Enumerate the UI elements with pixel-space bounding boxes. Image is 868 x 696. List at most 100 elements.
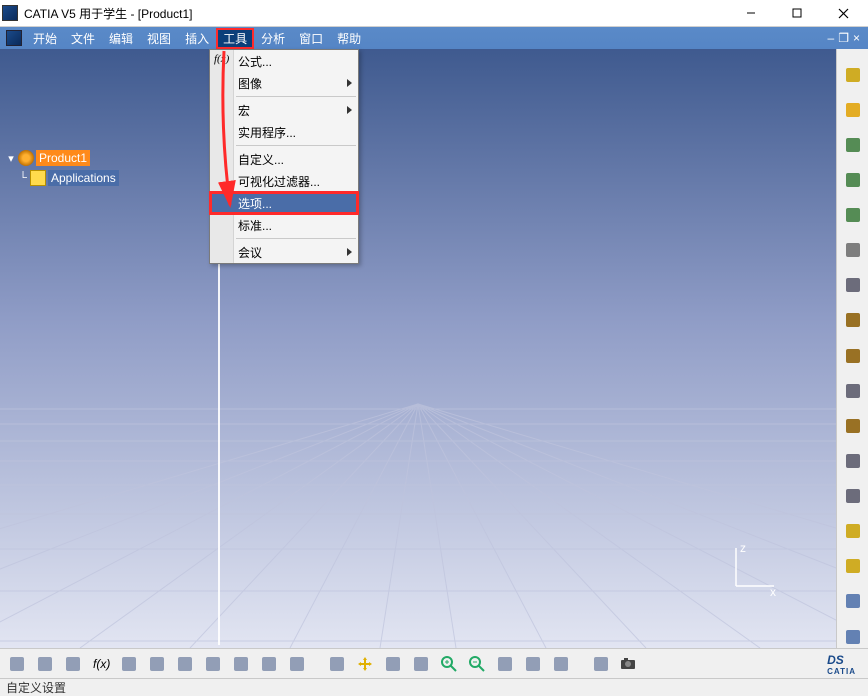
menu-item-自定义[interactable]: 自定义...	[210, 148, 358, 170]
menu-帮助[interactable]: 帮助	[330, 28, 368, 49]
ds-logo: DSCATIA	[827, 651, 862, 676]
tools-menu-dropdown: f(x) 公式... 图像宏实用程序... 自定义... 可视化过滤器... 选项... 标…	[209, 49, 359, 264]
menu-item-label: 实用程序...	[238, 124, 296, 141]
tool-icon[interactable]	[174, 653, 196, 675]
mdi-close[interactable]: ×	[853, 31, 860, 45]
mdi-restore[interactable]: ❐	[838, 31, 849, 45]
status-text: 自定义设置	[6, 679, 66, 696]
menu-编辑[interactable]: 编辑	[102, 28, 140, 49]
camera-icon[interactable]	[618, 653, 640, 675]
menu-item-label: 公式...	[238, 53, 272, 70]
viewport-3d[interactable]: ▾ Product1 └ Applications z x	[0, 49, 836, 648]
menu-item-label: 自定义...	[238, 151, 284, 168]
layers-icon[interactable]	[841, 274, 865, 297]
pan-icon[interactable]	[494, 653, 516, 675]
axes-icon[interactable]	[841, 590, 865, 613]
grid-icon[interactable]	[202, 653, 224, 675]
submenu-arrow-icon	[347, 248, 352, 256]
menu-item-可视化过滤器[interactable]: 可视化过滤器...	[210, 170, 358, 192]
close-button[interactable]	[820, 0, 866, 26]
box-icon[interactable]	[841, 344, 865, 367]
menu-item-label: 可视化过滤器...	[238, 173, 320, 190]
bottom-toolbar: f(x) DSCATIA	[0, 648, 868, 678]
app-icon	[2, 5, 18, 21]
up-icon[interactable]	[62, 653, 84, 675]
menu-插入[interactable]: 插入	[178, 28, 216, 49]
zoomin-icon[interactable]	[438, 653, 460, 675]
menu-开始[interactable]: 开始	[26, 28, 64, 49]
nav-icon[interactable]	[841, 625, 865, 648]
grid-icon[interactable]	[841, 379, 865, 402]
rect-icon[interactable]	[6, 653, 28, 675]
pointer-icon[interactable]	[326, 653, 348, 675]
ruler-a-icon[interactable]	[841, 309, 865, 332]
cursor-icon[interactable]	[841, 98, 865, 121]
star-icon[interactable]	[841, 520, 865, 543]
hand-icon[interactable]	[410, 653, 432, 675]
list-a-icon[interactable]	[841, 449, 865, 472]
rotate-icon[interactable]	[382, 653, 404, 675]
boxdot-icon[interactable]	[230, 653, 252, 675]
tulip-icon[interactable]	[146, 653, 168, 675]
box-icon[interactable]	[258, 653, 280, 675]
axis-indicator: z x	[726, 542, 782, 598]
mdi-icon	[6, 30, 22, 46]
axis-x-label: x	[770, 585, 776, 598]
menu-item-实用程序[interactable]: 实用程序...	[210, 121, 358, 143]
mdi-minimize[interactable]: –	[828, 31, 835, 45]
menu-item-label: 宏	[238, 102, 250, 119]
gear-c-icon[interactable]	[841, 204, 865, 227]
zoomout-icon[interactable]	[466, 653, 488, 675]
cube-icon[interactable]	[286, 653, 308, 675]
bulb2-icon[interactable]	[841, 555, 865, 578]
menu-item-label: 标准...	[238, 217, 272, 234]
menu-item-公式[interactable]: f(x) 公式...	[210, 50, 358, 72]
title-bar: CATIA V5 用于学生 - [Product1]	[0, 0, 868, 27]
ruler-b-icon[interactable]	[841, 414, 865, 437]
tree-label-applications[interactable]: Applications	[48, 170, 119, 186]
menu-item-标准[interactable]: 标准...	[210, 214, 358, 236]
menu-分析[interactable]: 分析	[254, 28, 292, 49]
menu-item-label: 选项...	[238, 195, 272, 212]
formula-icon: f(x)	[214, 53, 230, 69]
menu-视图[interactable]: 视图	[140, 28, 178, 49]
menu-item-选项[interactable]: 选项...	[210, 192, 358, 214]
bulb-icon[interactable]	[841, 63, 865, 86]
tree-node-applications[interactable]: └ Applications	[6, 169, 119, 187]
align-icon[interactable]	[590, 653, 612, 675]
list-b-icon[interactable]	[841, 485, 865, 508]
ground-grid	[0, 49, 836, 648]
product-icon	[30, 170, 46, 186]
gear-a-icon[interactable]	[841, 133, 865, 156]
move-icon[interactable]	[354, 653, 376, 675]
gear-icon	[18, 150, 34, 166]
ruler-icon[interactable]	[34, 653, 56, 675]
menu-工具[interactable]: 工具	[216, 28, 254, 49]
minimize-button[interactable]	[728, 0, 774, 26]
status-bar: 自定义设置	[0, 678, 868, 696]
iso-icon[interactable]	[522, 653, 544, 675]
spec-tree: ▾ Product1 └ Applications	[6, 149, 119, 189]
palette-icon[interactable]	[118, 653, 140, 675]
stack-icon[interactable]	[841, 239, 865, 262]
window-title: CATIA V5 用于学生 - [Product1]	[24, 5, 728, 22]
tree-toggle[interactable]: ▾	[6, 152, 16, 165]
fly-icon[interactable]	[550, 653, 572, 675]
menu-item-图像[interactable]: 图像	[210, 72, 358, 94]
gear-b-icon[interactable]	[841, 168, 865, 191]
mdi-controls: – ❐ ×	[828, 31, 866, 45]
fx-icon[interactable]: f(x)	[90, 653, 112, 675]
menu-文件[interactable]: 文件	[64, 28, 102, 49]
axis-z-label: z	[740, 542, 746, 555]
menu-item-宏[interactable]: 宏	[210, 99, 358, 121]
tree-node-product[interactable]: ▾ Product1	[6, 149, 119, 167]
menu-bar: 开始文件编辑视图插入工具分析窗口帮助 – ❐ ×	[0, 27, 868, 49]
submenu-arrow-icon	[347, 106, 352, 114]
maximize-button[interactable]	[774, 0, 820, 26]
menu-separator	[236, 145, 356, 146]
tree-label-product[interactable]: Product1	[36, 150, 90, 166]
menu-separator	[236, 238, 356, 239]
submenu-arrow-icon	[347, 79, 352, 87]
menu-窗口[interactable]: 窗口	[292, 28, 330, 49]
menu-item-会议[interactable]: 会议	[210, 241, 358, 263]
